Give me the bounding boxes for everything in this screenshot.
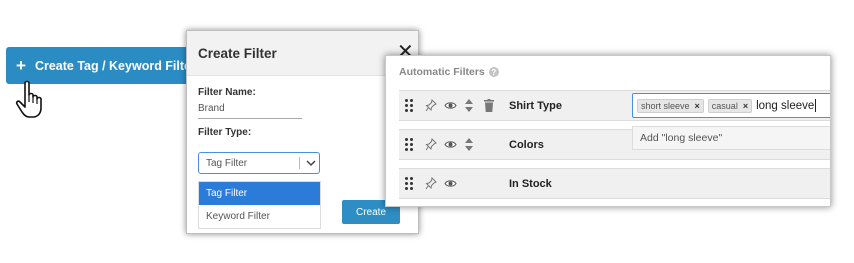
create-filter-label: Create Tag / Keyword Filter — [34, 58, 196, 73]
filter-type-label: Filter Type: — [198, 127, 252, 138]
typed-text: long sleeve — [756, 99, 815, 112]
row-label-in-stock: In Stock — [509, 178, 552, 190]
pin-icon[interactable] — [425, 99, 437, 112]
tag-input[interactable]: short sleeve × casual × long sleeve — [632, 93, 830, 118]
plus-icon: + — [16, 56, 26, 75]
tag-chip: short sleeve × — [637, 98, 704, 113]
text-caret — [815, 99, 817, 112]
remove-tag-icon[interactable]: × — [695, 101, 700, 111]
trash-icon[interactable] — [484, 99, 494, 112]
eye-icon[interactable] — [444, 177, 457, 190]
panel-title-text: Automatic Filters — [399, 66, 485, 78]
hand-cursor-icon — [15, 80, 42, 118]
option-tag-filter[interactable]: Tag Filter — [199, 182, 320, 205]
filter-type-select[interactable]: Tag Filter — [198, 152, 320, 174]
tag-text: casual — [711, 100, 738, 111]
modal-header: Create Filter — [187, 31, 418, 76]
add-tag-suggestion[interactable]: Add "long sleeve" — [632, 126, 830, 150]
row-label-shirt-type: Shirt Type — [509, 100, 562, 112]
option-keyword-filter[interactable]: Keyword Filter — [199, 205, 320, 228]
filter-name-label: Filter Name: — [198, 87, 256, 98]
remove-tag-icon[interactable]: × — [743, 101, 748, 111]
filter-type-dropdown: Tag Filter Keyword Filter — [198, 181, 321, 229]
pin-icon[interactable] — [425, 138, 437, 151]
create-tag-keyword-filter-button[interactable]: + Create Tag / Keyword Filter — [6, 47, 206, 84]
drag-handle-icon[interactable] — [405, 99, 413, 112]
pin-icon[interactable] — [425, 177, 437, 190]
filter-name-field[interactable]: Brand — [198, 103, 302, 119]
question-icon[interactable]: ? — [488, 67, 499, 77]
row-label-colors: Colors — [509, 139, 544, 151]
panel-title: Automatic Filters ? — [399, 66, 499, 78]
modal-title: Create Filter — [198, 45, 277, 61]
tag-chip: casual × — [707, 98, 753, 113]
filter-row-in-stock: In Stock — [399, 168, 830, 199]
drag-handle-icon[interactable] — [405, 177, 413, 190]
select-divider — [299, 157, 300, 169]
sort-icon[interactable] — [465, 99, 473, 112]
sort-icon[interactable] — [465, 138, 473, 151]
tag-text: short sleeve — [641, 100, 690, 111]
chevron-down-icon — [306, 160, 316, 167]
filter-row-shirt-type: Shirt Type short sleeve × casual × long … — [399, 90, 830, 121]
eye-icon[interactable] — [444, 99, 457, 112]
filter-type-value: Tag Filter — [206, 157, 248, 169]
automatic-filters-panel: Automatic Filters ? Shirt Type short sle… — [385, 55, 831, 207]
drag-handle-icon[interactable] — [405, 138, 413, 151]
eye-icon[interactable] — [444, 138, 457, 151]
